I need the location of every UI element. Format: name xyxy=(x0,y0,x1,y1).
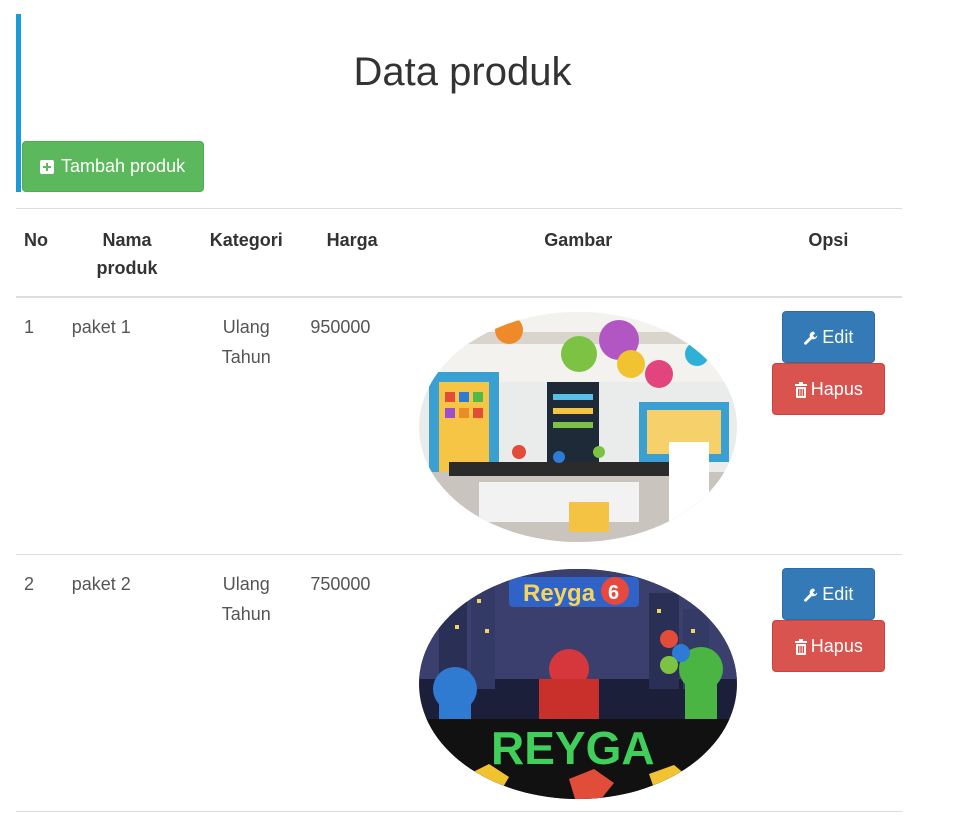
table-header-row: No Nama produk Kategori Harga Gambar Ops… xyxy=(16,208,902,298)
stage-top-text: Reyga xyxy=(523,580,596,607)
header-options: Opsi xyxy=(754,208,902,298)
edit-button[interactable]: Edit xyxy=(781,311,875,363)
page-title: Data produk xyxy=(353,50,572,94)
edit-label: Edit xyxy=(822,584,854,604)
row-no: 1 xyxy=(16,297,64,555)
table-row: 2 paket 2 Ulang Tahun 750000 Reyga 6 REY… xyxy=(16,554,902,812)
product-image-pj-masks-stage: Reyga 6 REYGA xyxy=(419,569,738,799)
add-product-button[interactable]: Tambah produk xyxy=(22,141,205,192)
wrench-icon xyxy=(804,588,818,602)
header-no: No xyxy=(16,208,64,298)
row-price: 750000 xyxy=(302,554,402,812)
header-name: Nama produk xyxy=(63,208,191,298)
table-row: 1 paket 1 Ulang Tahun 950000 Edit Hapus xyxy=(16,297,902,555)
delete-button[interactable]: Hapus xyxy=(771,363,885,415)
accent-bar xyxy=(16,14,21,192)
row-category: Ulang Tahun xyxy=(190,297,303,555)
product-table: No Nama produk Kategori Harga Gambar Ops… xyxy=(16,208,902,812)
pj-masks-stage-illustration: Reyga 6 REYGA xyxy=(419,569,738,799)
delete-label: Hapus xyxy=(810,379,863,399)
row-price: 950000 xyxy=(302,297,402,555)
row-category: Ulang Tahun xyxy=(190,554,303,812)
plus-square-icon xyxy=(40,159,54,174)
stage-bottom-text: REYGA xyxy=(491,722,655,774)
edit-button[interactable]: Edit xyxy=(781,568,875,620)
page: Data produk Tambah produk No Nama produk… xyxy=(0,0,979,832)
trash-icon xyxy=(794,639,807,656)
trash-icon xyxy=(794,382,807,399)
edit-label: Edit xyxy=(822,327,854,347)
header-image: Gambar xyxy=(401,208,755,298)
add-product-label: Tambah produk xyxy=(61,156,186,176)
header-price: Harga xyxy=(302,208,402,298)
row-name: paket 2 xyxy=(63,554,191,812)
delete-button[interactable]: Hapus xyxy=(771,620,885,672)
wrench-icon xyxy=(804,331,818,345)
row-no: 2 xyxy=(16,554,64,812)
product-image-classroom-party xyxy=(419,312,738,542)
product-table-wrapper: No Nama produk Kategori Harga Gambar Ops… xyxy=(16,208,902,812)
classroom-party-illustration xyxy=(419,312,738,542)
header-category: Kategori xyxy=(190,208,303,298)
stage-badge-text: 6 xyxy=(608,582,619,604)
row-name: paket 1 xyxy=(63,297,191,555)
delete-label: Hapus xyxy=(810,636,863,656)
